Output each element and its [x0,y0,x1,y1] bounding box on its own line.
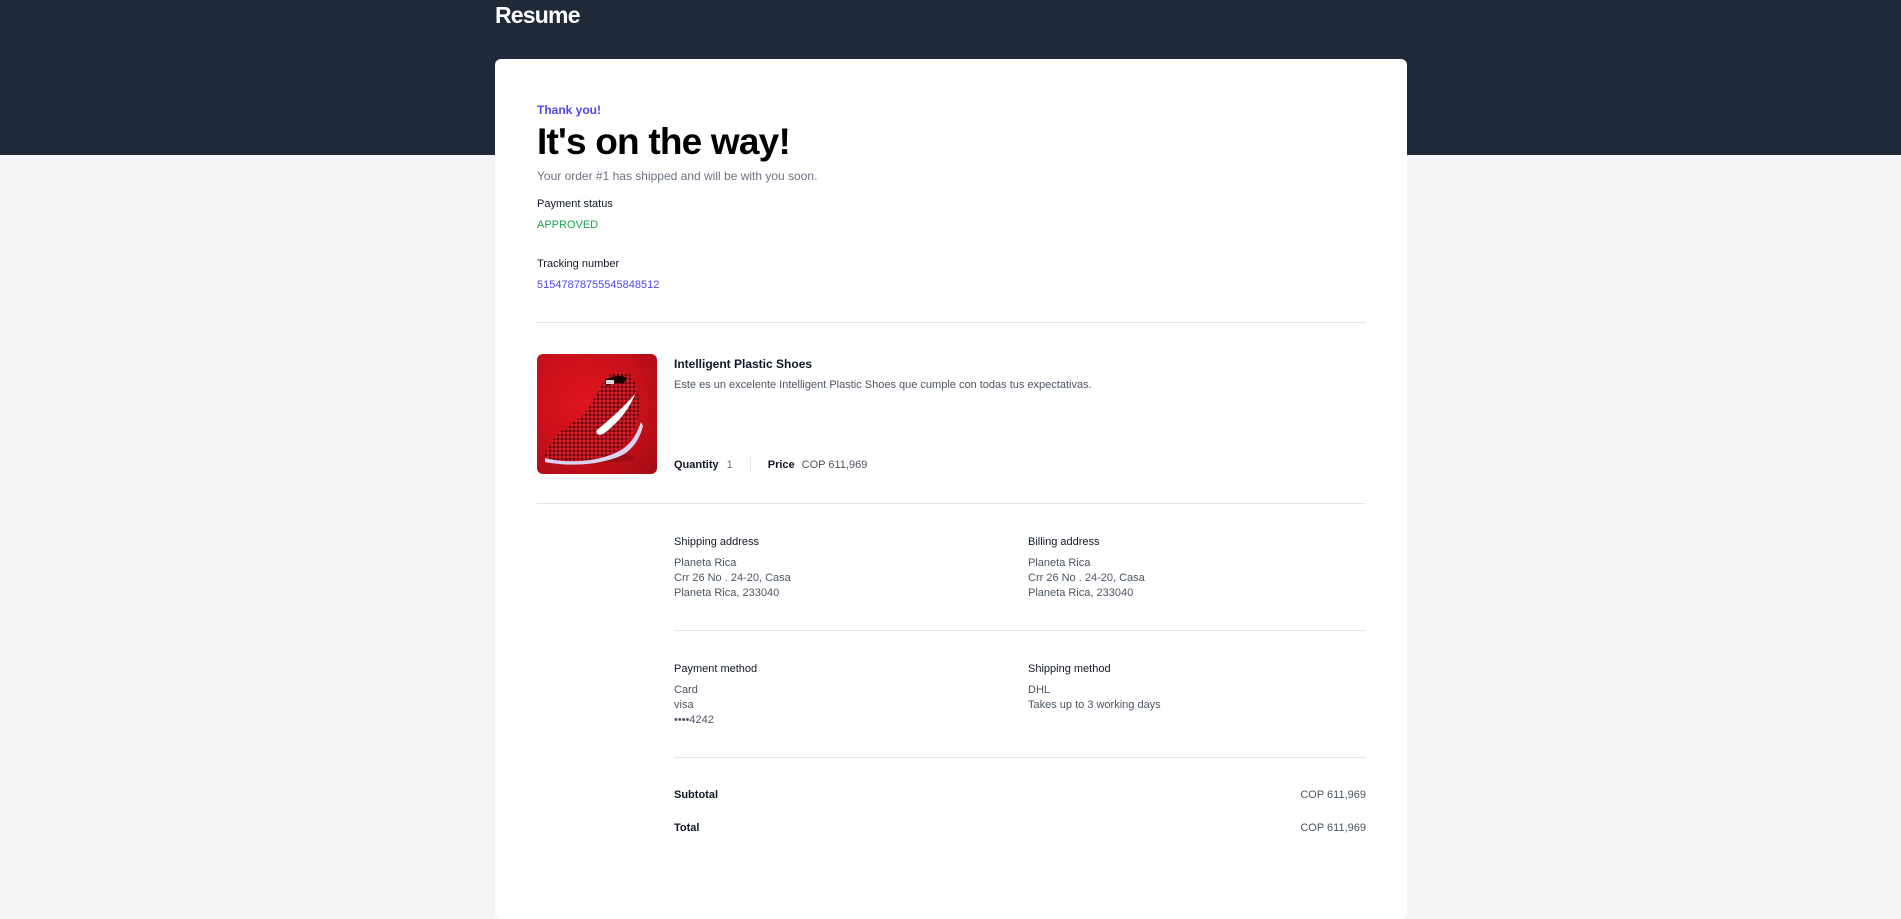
payment-status-label: Payment status [537,198,613,210]
shipping-address-title: Shipping address [674,536,760,548]
payment-method-line: visa [674,699,694,711]
quantity-value: 1 [726,458,733,471]
billing-address-line: Planeta Rica, 233040 [1028,587,1134,599]
shipping-address: Shipping address Planeta Rica Crr 26 No … [674,535,791,601]
subtotal-value: COP 611,969 [1300,789,1366,801]
payment-method-line: ••••4242 [674,714,714,726]
billing-address-title: Billing address [1028,536,1100,548]
quantity-label: Quantity [674,458,719,471]
divider [537,503,1366,504]
shipping-address-line: Crr 26 No . 24-20, Casa [674,572,791,584]
product-description: Este es un excelente Intelligent Plastic… [674,379,1092,391]
subtotal-row: Subtotal COP 611,969 [674,789,1366,801]
total-row: Total COP 611,969 [674,822,1366,834]
thank-you-label: Thank you! [537,103,602,117]
order-summary-card: Thank you! It's on the way! Your order #… [495,59,1407,919]
price-value: COP 611,969 [801,458,868,471]
divider [674,630,1366,631]
product-name: Intelligent Plastic Shoes [674,357,813,371]
shipping-address-line: Planeta Rica [674,557,737,569]
order-headline: It's on the way! [537,121,791,162]
total-label: Total [674,822,700,834]
price-label: Price [767,458,795,471]
payment-method-title: Payment method [674,663,758,675]
sneaker-icon [545,371,643,465]
meta-separator [749,457,751,472]
shipping-method-line: Takes up to 3 working days [1028,699,1161,711]
payment-status-value: APPROVED [537,219,599,231]
total-value: COP 611,969 [1300,822,1366,834]
billing-address-line: Planeta Rica [1028,557,1091,569]
billing-address: Billing address Planeta Rica Crr 26 No .… [1028,535,1145,601]
billing-address-line: Crr 26 No . 24-20, Casa [1028,572,1145,584]
shipping-method: Shipping method DHL Takes up to 3 workin… [1028,662,1161,713]
payment-method-line: Card [674,684,698,696]
tracking-number-label: Tracking number [537,258,620,270]
page-title: Resume [495,2,580,28]
shipping-method-title: Shipping method [1028,663,1111,675]
subtotal-label: Subtotal [674,789,718,801]
shipping-address-line: Planeta Rica, 233040 [674,587,780,599]
order-message: Your order #1 has shipped and will be wi… [537,169,818,183]
shipping-method-line: DHL [1028,684,1051,696]
payment-method: Payment method Card visa ••••4242 [674,662,757,728]
divider [537,322,1366,323]
product-meta-row: Quantity 1 Price COP 611,969 [674,457,867,472]
tracking-number-link[interactable]: 51547878755545848512 [537,279,659,291]
red-sneaker-image [537,354,657,474]
divider [674,757,1366,758]
